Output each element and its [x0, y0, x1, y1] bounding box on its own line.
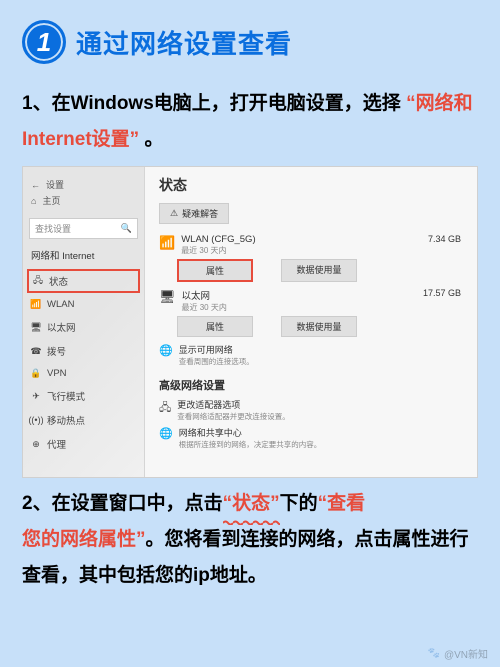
sidebar-item-label: 以太网: [47, 320, 76, 334]
home-label[interactable]: 主页: [42, 194, 60, 207]
properties-button[interactable]: 属性: [177, 316, 253, 337]
search-placeholder: 查找设置: [35, 222, 71, 235]
wifi-icon: 📶: [159, 235, 175, 256]
step-number-badge: 1: [22, 20, 66, 64]
network-block-ethernet: 🖥 以太网 最近 30 天内 17.57 GB 属性 数据使用量: [159, 288, 461, 337]
sidebar-item-label: 飞行模式: [47, 389, 85, 403]
settings-sidebar: ← 设置 ⌂ 主页 查找设置 🔍 网络和 Internet 🖧 状态 📶 WLA…: [23, 167, 145, 477]
sharing-icon: 🌐: [159, 427, 173, 440]
sidebar-item-vpn[interactable]: 🔒 VPN: [23, 363, 144, 384]
sidebar-items: 🖧 状态 📶 WLAN 🖥 以太网 ☎ 拨号 🔒 VPN ✈ 飞行模式: [23, 269, 144, 456]
sidebar-item-status[interactable]: 🖧 状态: [27, 269, 140, 293]
step2-h1: “状态”: [223, 486, 280, 522]
network-usage-gb: 7.34 GB: [428, 234, 461, 244]
vpn-icon: 🔒: [31, 369, 41, 379]
step2-t1: 2、在设置窗口中，点击: [22, 493, 223, 514]
network-usage-gb: 17.57 GB: [423, 288, 461, 298]
page-title: 状态: [159, 175, 461, 195]
adapter-icon: 🖧: [159, 399, 171, 418]
properties-button[interactable]: 属性: [177, 259, 253, 282]
network-name: 以太网: [182, 288, 227, 302]
step2-t2: 下的: [280, 493, 318, 514]
sidebar-item-wlan[interactable]: 📶 WLAN: [23, 294, 144, 315]
network-sub: 最近 30 天内: [182, 302, 227, 313]
settings-main: 状态 ⚠ 疑难解答 📶 WLAN (CFG_5G) 最近 30 天内 7.34 …: [145, 167, 477, 477]
paw-icon: 🐾: [428, 648, 440, 659]
step-1-text: 1、在Windows电脑上，打开电脑设置，选择 “网络和Internet设置” …: [22, 86, 478, 158]
option-title: 显示可用网络: [179, 343, 254, 356]
watermark-text: @VN新知: [444, 646, 488, 661]
step2-h2a: “查看: [318, 493, 366, 514]
sidebar-item-label: 代理: [47, 437, 66, 451]
back-icon[interactable]: ←: [31, 180, 40, 190]
sidebar-category: 网络和 Internet: [23, 243, 144, 267]
option-sub: 查看周围的连接选项。: [179, 356, 254, 367]
data-usage-button[interactable]: 数据使用量: [281, 316, 357, 337]
step1-prefix: 1、在Windows电脑上，打开电脑设置，选择: [22, 93, 401, 114]
airplane-icon: ✈: [31, 391, 41, 401]
option-sub: 查看网络适配器并更改连接设置。: [177, 411, 290, 422]
sidebar-item-label: 状态: [49, 274, 68, 288]
change-adapter-options[interactable]: 🖧 更改适配器选项 查看网络适配器并更改连接设置。: [159, 398, 461, 422]
home-icon[interactable]: ⌂: [31, 196, 36, 206]
globe-icon: 🌐: [159, 344, 173, 357]
warning-icon: ⚠: [170, 208, 178, 219]
step1-suffix: 。: [144, 129, 163, 150]
option-title: 更改适配器选项: [177, 398, 290, 411]
status-icon: 🖧: [33, 276, 43, 286]
search-icon: 🔍: [121, 223, 132, 234]
sidebar-item-ethernet[interactable]: 🖥 以太网: [23, 315, 144, 339]
option-title: 网络和共享中心: [179, 426, 322, 439]
settings-screenshot: ← 设置 ⌂ 主页 查找设置 🔍 网络和 Internet 🖧 状态 📶 WLA…: [22, 166, 478, 478]
advanced-settings-title: 高级网络设置: [159, 377, 461, 393]
sidebar-item-hotspot[interactable]: ((•)) 移动热点: [23, 408, 144, 432]
sidebar-top: ← 设置 ⌂ 主页: [23, 171, 144, 214]
step-2-text: 2、在设置窗口中，点击“状态”下的“查看您的网络属性”。您将看到连接的网络，点击…: [22, 486, 478, 594]
data-usage-button[interactable]: 数据使用量: [281, 259, 357, 282]
network-name: WLAN (CFG_5G): [181, 234, 255, 245]
troubleshoot-label: 疑难解答: [182, 207, 218, 220]
section-heading: 1 通过网络设置查看: [22, 20, 478, 64]
sidebar-item-label: 拨号: [47, 344, 66, 358]
watermark: 🐾 @VN新知: [428, 646, 489, 661]
sidebar-item-proxy[interactable]: ⊕ 代理: [23, 432, 144, 456]
heading-text: 通过网络设置查看: [76, 24, 292, 61]
troubleshoot-button[interactable]: ⚠ 疑难解答: [159, 203, 229, 224]
sidebar-item-label: 移动热点: [47, 413, 85, 427]
hotspot-icon: ((•)): [31, 415, 41, 425]
show-available-networks[interactable]: 🌐 显示可用网络 查看周围的连接选项。: [159, 343, 461, 367]
sidebar-item-label: WLAN: [47, 299, 74, 310]
wlan-icon: 📶: [31, 300, 41, 310]
ethernet-icon: 🖥: [31, 322, 41, 332]
step2-h2b: 您的网络属性”: [22, 529, 146, 550]
dialup-icon: ☎: [31, 346, 41, 356]
network-sub: 最近 30 天内: [181, 245, 255, 256]
sidebar-item-label: VPN: [47, 368, 67, 379]
sidebar-item-airplane[interactable]: ✈ 飞行模式: [23, 384, 144, 408]
network-block-wlan: 📶 WLAN (CFG_5G) 最近 30 天内 7.34 GB 属性 数据使用…: [159, 234, 461, 282]
sidebar-item-dialup[interactable]: ☎ 拨号: [23, 339, 144, 363]
ethernet-icon: 🖥: [159, 289, 176, 313]
network-sharing-center[interactable]: 🌐 网络和共享中心 根据所连接到的网络，决定要共享的内容。: [159, 426, 461, 450]
option-sub: 根据所连接到的网络，决定要共享的内容。: [179, 439, 322, 450]
proxy-icon: ⊕: [31, 439, 41, 449]
window-title: 设置: [46, 178, 64, 191]
search-input[interactable]: 查找设置 🔍: [29, 218, 138, 239]
